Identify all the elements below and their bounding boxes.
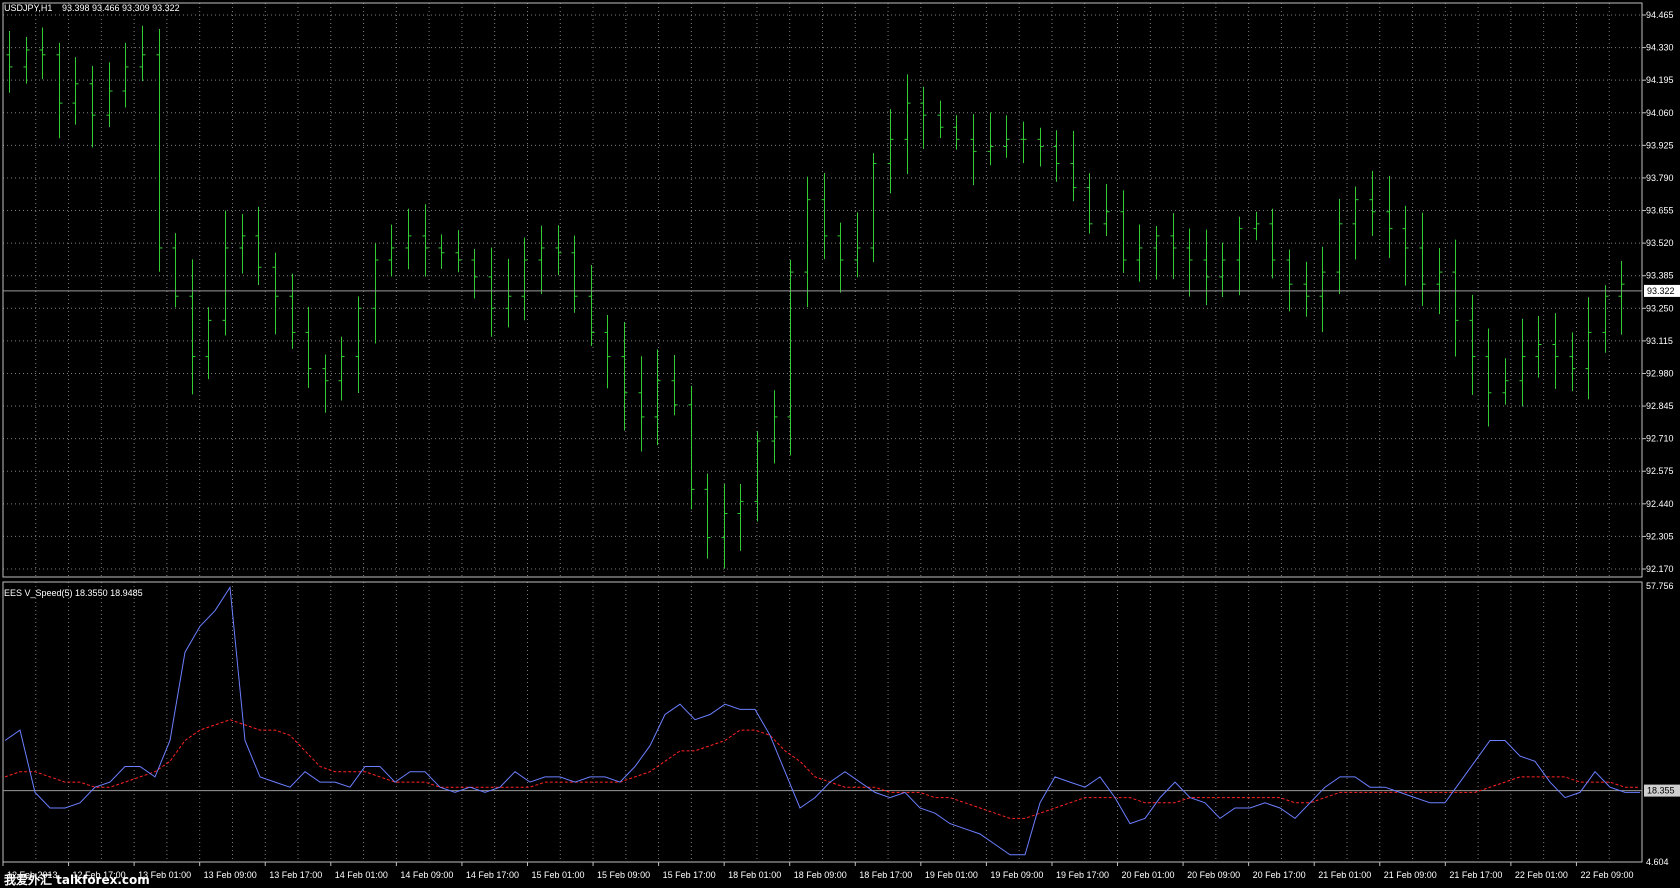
indicator-value-label: 18.355 [1647, 786, 1675, 796]
time-tick-label: 19 Feb 01:00 [925, 870, 978, 880]
time-tick-label: 15 Feb 17:00 [663, 870, 716, 880]
time-tick-label: 20 Feb 09:00 [1187, 870, 1240, 880]
time-tick-label: 21 Feb 01:00 [1318, 870, 1371, 880]
symbol-header: USDJPY,H1 [4, 3, 52, 13]
price-tick-label: 92.440 [1646, 499, 1674, 509]
indicator-tick-label: 57.756 [1646, 581, 1674, 591]
time-tick-label: 18 Feb 09:00 [794, 870, 847, 880]
time-tick-label: 21 Feb 17:00 [1449, 870, 1502, 880]
time-tick-label: 18 Feb 17:00 [859, 870, 912, 880]
time-tick-label: 14 Feb 01:00 [335, 870, 388, 880]
time-tick-label: 19 Feb 17:00 [1056, 870, 1109, 880]
current-price-label: 93.322 [1647, 286, 1675, 296]
price-tick-label: 92.980 [1646, 368, 1674, 378]
watermark: 我爱外汇 talkforex.com [4, 872, 150, 887]
price-tick-label: 93.520 [1646, 238, 1674, 248]
time-tick-label: 18 Feb 01:00 [728, 870, 781, 880]
time-tick-label: 15 Feb 09:00 [597, 870, 650, 880]
time-tick-label: 14 Feb 17:00 [466, 870, 519, 880]
indicator-header: EES V_Speed(5) 18.3550 18.9485 [4, 588, 143, 598]
price-tick-label: 94.330 [1646, 43, 1674, 53]
time-tick-label: 22 Feb 01:00 [1515, 870, 1568, 880]
ohlc-header: 93.398 93.466 93.309 93.322 [62, 3, 180, 13]
time-tick-label: 19 Feb 09:00 [990, 870, 1043, 880]
price-tick-label: 92.575 [1646, 466, 1674, 476]
price-tick-label: 93.655 [1646, 206, 1674, 216]
chart-background [0, 0, 1680, 888]
price-tick-label: 93.385 [1646, 271, 1674, 281]
price-tick-label: 94.060 [1646, 108, 1674, 118]
price-tick-label: 92.170 [1646, 564, 1674, 574]
time-tick-label: 15 Feb 01:00 [531, 870, 584, 880]
price-tick-label: 94.195 [1646, 75, 1674, 85]
indicator-tick-label: 4.604 [1646, 857, 1669, 867]
time-tick-label: 14 Feb 09:00 [400, 870, 453, 880]
price-tick-label: 93.115 [1646, 336, 1673, 346]
price-tick-label: 93.790 [1646, 173, 1674, 183]
chart-window[interactable]: 94.465 94.330 94.195 94.060 93.925 93.790 93.6… [0, 0, 1680, 888]
price-tick-label: 94.465 [1646, 10, 1674, 20]
time-tick-label: 13 Feb 09:00 [204, 870, 257, 880]
price-tick-label: 92.305 [1646, 531, 1674, 541]
time-tick-label: 20 Feb 01:00 [1122, 870, 1175, 880]
time-tick-label: 22 Feb 09:00 [1580, 870, 1633, 880]
price-tick-label: 92.710 [1646, 434, 1674, 444]
price-tick-label: 93.925 [1646, 140, 1674, 150]
price-tick-label: 92.845 [1646, 401, 1674, 411]
time-tick-label: 13 Feb 17:00 [269, 870, 322, 880]
time-tick-label: 20 Feb 17:00 [1253, 870, 1306, 880]
time-tick-label: 21 Feb 09:00 [1384, 870, 1437, 880]
price-tick-label: 93.250 [1646, 303, 1674, 313]
